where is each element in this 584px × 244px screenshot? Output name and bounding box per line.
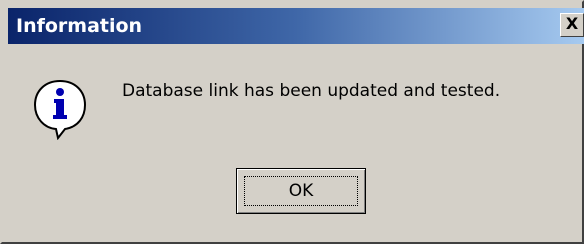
ok-button-label: OK bbox=[288, 181, 314, 201]
title-bar[interactable]: Information X bbox=[8, 8, 584, 44]
ok-button[interactable]: OK bbox=[236, 168, 366, 214]
information-icon bbox=[33, 79, 87, 140]
close-button[interactable]: X bbox=[560, 13, 584, 37]
close-icon: X bbox=[565, 14, 579, 33]
message-text: Database link has been updated and teste… bbox=[122, 81, 501, 101]
information-dialog: Information X Database link has been upd… bbox=[0, 0, 584, 244]
dialog-title: Information bbox=[16, 15, 143, 37]
